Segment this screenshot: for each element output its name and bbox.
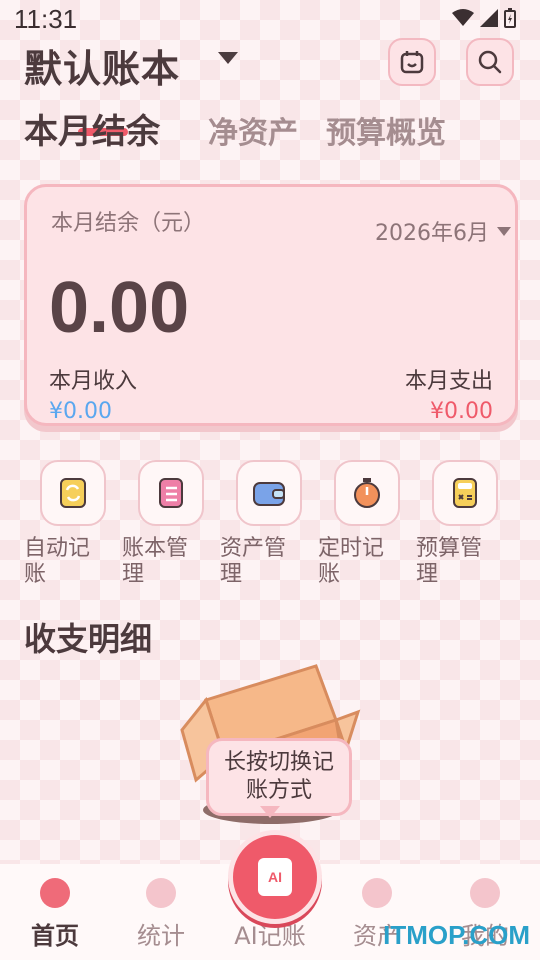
nav-label: 首页 — [31, 922, 79, 950]
nav-home[interactable]: 首页 — [10, 878, 100, 951]
section-title: 收支明细 — [24, 620, 153, 658]
action-label: 预算管理 — [416, 536, 483, 587]
search-button[interactable] — [466, 38, 514, 86]
action-label: 资产管理 — [220, 536, 287, 587]
tab-budget-overview[interactable]: 预算概览 — [326, 108, 446, 152]
stopwatch-icon — [334, 460, 400, 526]
tip-bubble-tail — [260, 806, 280, 818]
nav-statistics[interactable]: 统计 — [116, 878, 206, 951]
action-label: 账本管理 — [122, 536, 189, 587]
ai-record-button[interactable]: AI — [228, 830, 322, 924]
expense-label: 本月支出 — [404, 369, 493, 394]
status-time: 11:31 — [14, 4, 78, 34]
book-selector[interactable]: 默认账本 — [24, 38, 180, 93]
ledger-book-icon — [138, 460, 204, 526]
coin-icon — [362, 878, 392, 908]
scheduled-bookkeeping-button[interactable]: 定时记账 — [318, 460, 402, 588]
asset-management-button[interactable]: 资产管理 — [220, 460, 304, 588]
budget-management-button[interactable]: 预算管理 — [416, 460, 500, 588]
balance-label: 本月结余（元） — [51, 211, 206, 236]
ledger-management-button[interactable]: 账本管理 — [122, 460, 206, 588]
action-label: 自动记账 — [24, 536, 91, 587]
ai-icon: AI — [258, 858, 292, 896]
watermark: ITMOP.COM — [383, 920, 530, 950]
income-value: ¥0.00 — [49, 399, 112, 424]
chevron-down-icon[interactable] — [218, 52, 238, 64]
auto-sync-icon — [40, 460, 106, 526]
month-selector[interactable]: 2026年6月 — [375, 215, 489, 247]
chevron-down-icon[interactable] — [497, 227, 511, 236]
income-label: 本月收入 — [49, 369, 138, 394]
user-icon — [470, 878, 500, 908]
wifi-icon — [452, 9, 474, 26]
wallet-icon — [236, 460, 302, 526]
battery-icon — [504, 8, 516, 28]
calendar-button[interactable] — [388, 38, 436, 86]
monthly-summary-card: 本月结余（元） 2026年6月 0.00 本月收入 本月支出 ¥0.00 ¥0.… — [24, 184, 518, 426]
home-icon — [40, 878, 70, 908]
auto-bookkeeping-button[interactable]: 自动记账 — [24, 460, 108, 588]
calendar-icon — [400, 51, 424, 74]
calculator-icon — [432, 460, 498, 526]
nav-label: 统计 — [137, 922, 185, 950]
balance-value: 0.00 — [49, 268, 190, 348]
signal-icon — [480, 9, 498, 27]
pie-chart-icon — [146, 878, 176, 908]
status-icons — [452, 8, 516, 28]
search-icon — [478, 50, 502, 74]
tip-bubble: 长按切换记账方式 — [206, 738, 352, 816]
expense-value: ¥0.00 — [430, 399, 493, 424]
action-label: 定时记账 — [318, 536, 385, 587]
tab-net-assets[interactable]: 净资产 — [208, 108, 298, 152]
tab-monthly-balance[interactable]: 本月结余 — [24, 104, 160, 153]
